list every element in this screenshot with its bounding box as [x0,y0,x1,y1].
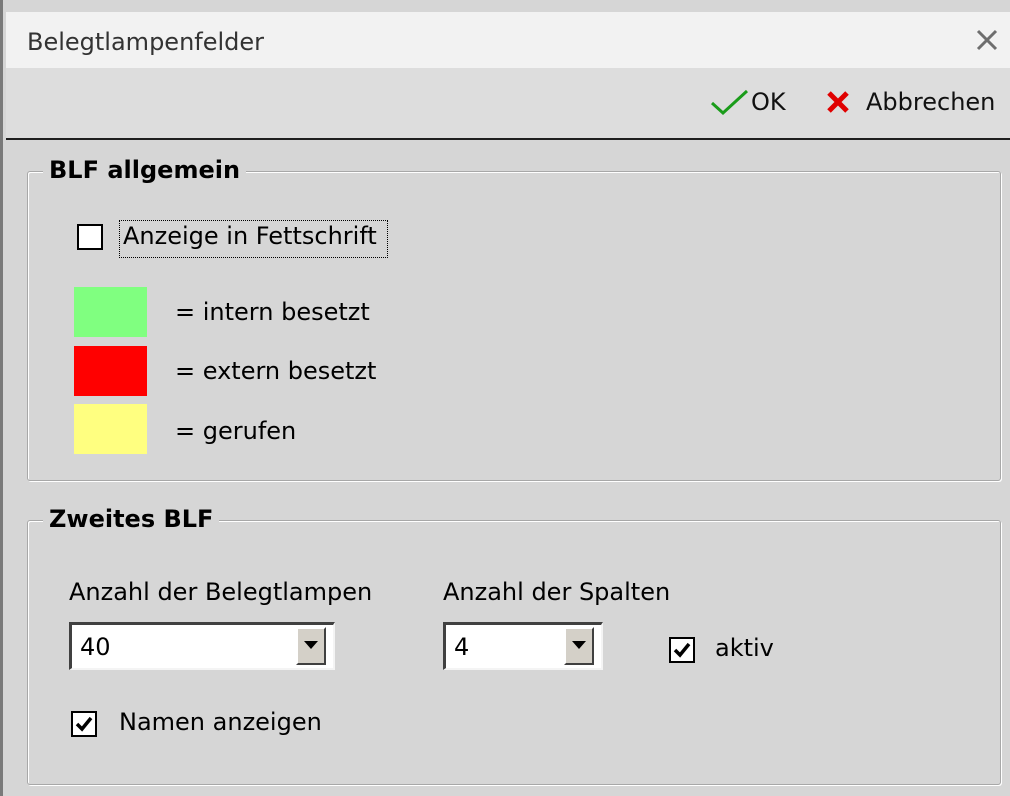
columns-dropdown-button[interactable] [564,627,594,665]
lamps-count-select[interactable]: 40 [69,622,335,670]
title-bar: Belegtlampenfelder [6,12,1010,68]
cancel-button[interactable]: Abbrechen [824,82,995,122]
columns-count-label: Anzahl der Spalten [443,578,671,606]
swatch-external-busy [74,346,147,396]
checkmark-icon [75,716,93,732]
blf-dialog: Belegtlampenfelder OK Abbrechen BLF allg… [0,0,1010,796]
ok-button[interactable]: OK [709,82,786,122]
swatch-internal-busy [74,287,147,337]
blf-general-title: BLF allgemein [43,156,247,184]
blf-general-group [27,171,1001,481]
lamps-count-label: Anzahl der Belegtlampen [69,578,373,606]
cancel-x-icon [827,91,849,113]
legend-external-busy: = extern besetzt [175,357,377,385]
columns-count-value: 4 [454,633,470,661]
bold-display-label[interactable]: Anzeige in Fettschrift [123,222,377,250]
chevron-down-icon [304,641,318,649]
legend-ringing: = gerufen [175,417,297,445]
lamps-count-value: 40 [80,633,111,661]
toolbar: OK Abbrechen [6,68,1010,140]
swatch-ringing [74,404,147,454]
cancel-label: Abbrechen [866,88,996,116]
checkmark-icon [673,642,691,658]
lamps-dropdown-button[interactable] [296,627,326,665]
legend-internal-busy: = intern besetzt [175,298,370,326]
window-title: Belegtlampenfelder [27,28,265,56]
columns-count-select[interactable]: 4 [443,622,603,670]
checkmark-icon [710,89,749,116]
chevron-down-icon [572,641,586,649]
bold-display-checkbox[interactable] [77,224,103,250]
active-checkbox[interactable] [669,637,695,663]
close-icon[interactable] [971,24,1003,56]
ok-label: OK [751,88,786,116]
active-label[interactable]: aktiv [715,634,774,662]
show-names-checkbox[interactable] [71,711,97,737]
second-blf-title: Zweites BLF [43,505,220,533]
show-names-label[interactable]: Namen anzeigen [119,708,322,736]
